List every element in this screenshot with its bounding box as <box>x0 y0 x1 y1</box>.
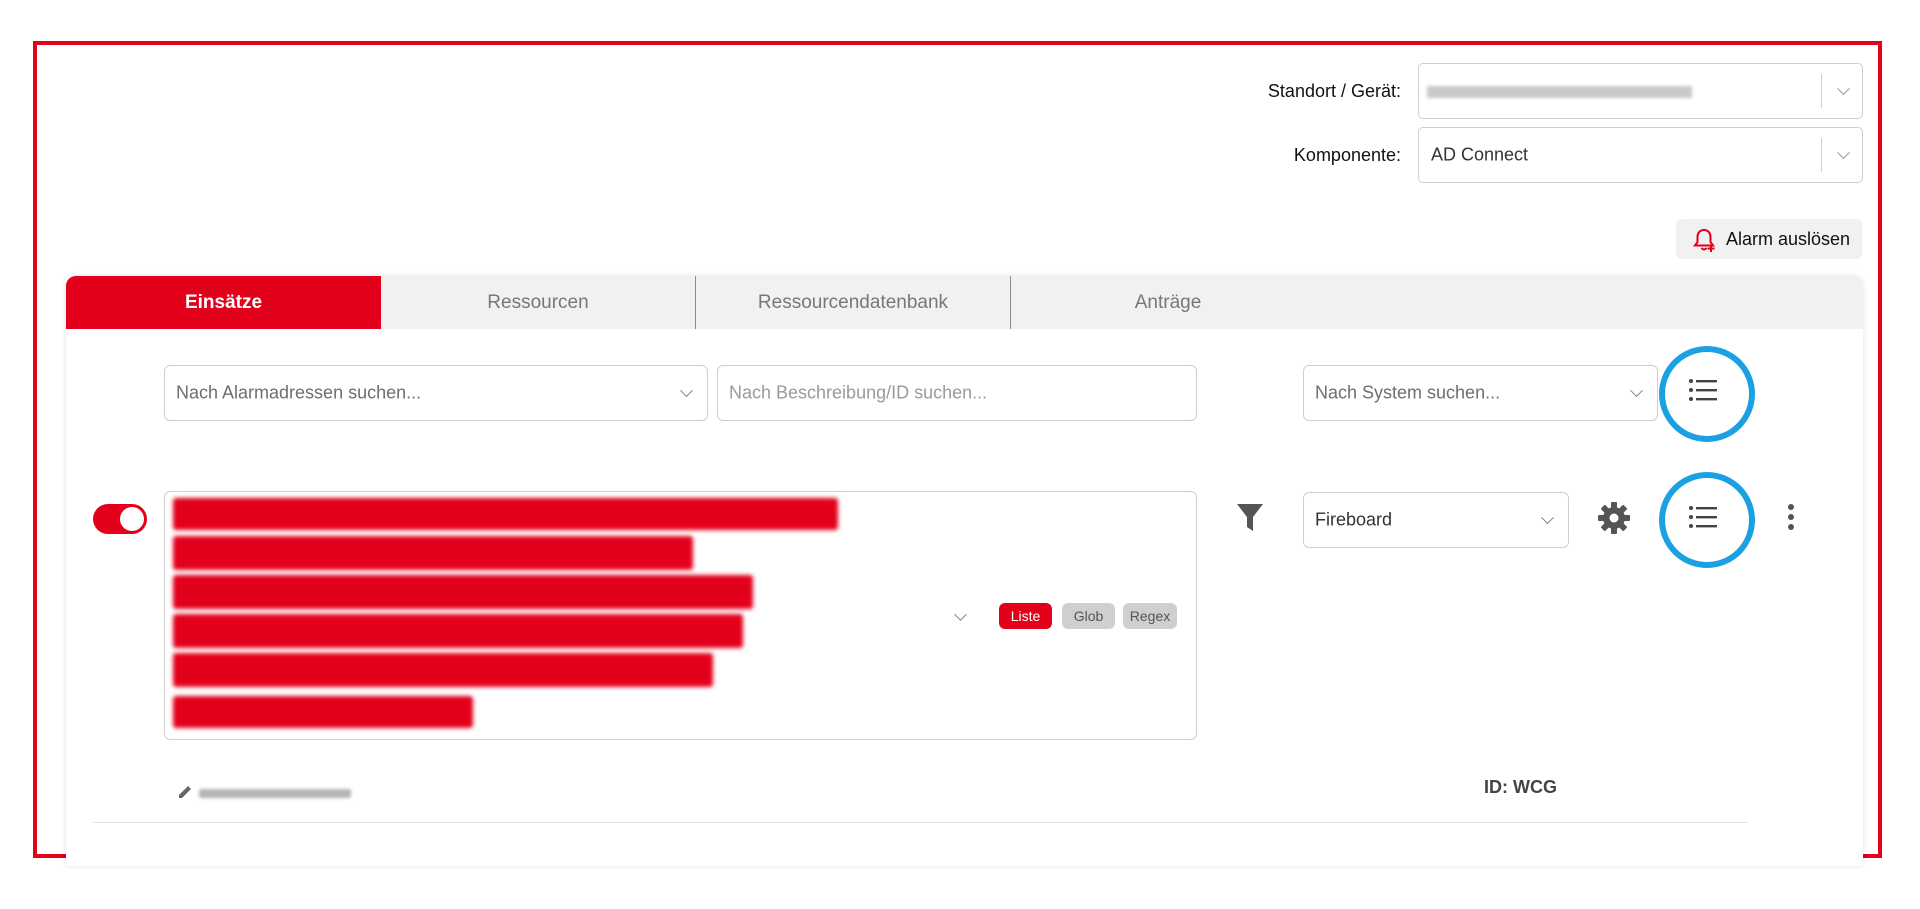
alarm-address-placeholder: Nach Alarmadressen suchen... <box>176 382 422 403</box>
tab-ressourcen[interactable]: Ressourcen <box>381 276 696 329</box>
chevron-down-icon <box>1541 511 1554 525</box>
list-icon[interactable] <box>1688 375 1718 405</box>
gear-icon[interactable] <box>1597 501 1631 535</box>
system-select[interactable]: Fireboard <box>1303 492 1569 548</box>
trigger-alarm-button[interactable]: Alarm auslösen <box>1676 219 1862 259</box>
location-select[interactable] <box>1418 63 1863 119</box>
row-divider <box>93 822 1748 823</box>
component-value: AD Connect <box>1431 144 1529 165</box>
description-search-input[interactable]: Nach Beschreibung/ID suchen... <box>717 365 1197 421</box>
location-value-redacted <box>1427 86 1692 98</box>
chevron-down-icon <box>1837 82 1850 96</box>
match-mode-liste[interactable]: Liste <box>999 603 1052 629</box>
redacted-address-line <box>173 614 743 648</box>
tab-einsaetze[interactable]: Einsätze <box>66 276 381 329</box>
system-value: Fireboard <box>1315 509 1393 530</box>
location-label: Standort / Gerät: <box>1267 81 1401 101</box>
entry-id: ID: WCG <box>1484 777 1557 797</box>
chevron-down-icon <box>680 384 693 398</box>
list-icon[interactable] <box>1688 502 1718 532</box>
bell-plus-icon <box>1693 228 1715 252</box>
component-label: Komponente: <box>1293 145 1401 165</box>
tab-ressourcendatenbank[interactable]: Ressourcendatenbank <box>696 276 1011 329</box>
tab-bar: Einsätze Ressourcen Ressourcendatenbank … <box>66 276 1863 329</box>
select-divider <box>1821 138 1822 172</box>
entry-enabled-toggle[interactable] <box>93 504 147 534</box>
trigger-alarm-label: Alarm auslösen <box>1726 229 1851 249</box>
match-mode-glob[interactable]: Glob <box>1062 603 1115 629</box>
system-search[interactable]: Nach System suchen... <box>1303 365 1658 421</box>
chevron-down-icon[interactable] <box>954 608 967 621</box>
component-select[interactable]: AD Connect <box>1418 127 1863 183</box>
redacted-address-line <box>173 498 838 530</box>
redacted-address-line <box>173 653 713 687</box>
chevron-down-icon <box>1837 146 1850 160</box>
description-placeholder: Nach Beschreibung/ID suchen... <box>729 382 988 403</box>
system-placeholder: Nach System suchen... <box>1315 382 1501 403</box>
toggle-knob <box>120 507 144 531</box>
tab-antraege[interactable]: Anträge <box>1011 276 1325 329</box>
redacted-address-line <box>173 536 693 570</box>
entry-name-redacted <box>199 789 351 798</box>
filter-icon[interactable] <box>1236 503 1264 533</box>
more-vertical-icon[interactable] <box>1785 503 1797 533</box>
redacted-address-line <box>173 575 753 609</box>
chevron-down-icon <box>1630 384 1643 398</box>
pencil-icon[interactable] <box>177 784 193 800</box>
match-mode-regex[interactable]: Regex <box>1123 603 1177 629</box>
redacted-address-line <box>173 696 473 728</box>
alarm-address-search[interactable]: Nach Alarmadressen suchen... <box>164 365 708 421</box>
select-divider <box>1821 74 1822 108</box>
